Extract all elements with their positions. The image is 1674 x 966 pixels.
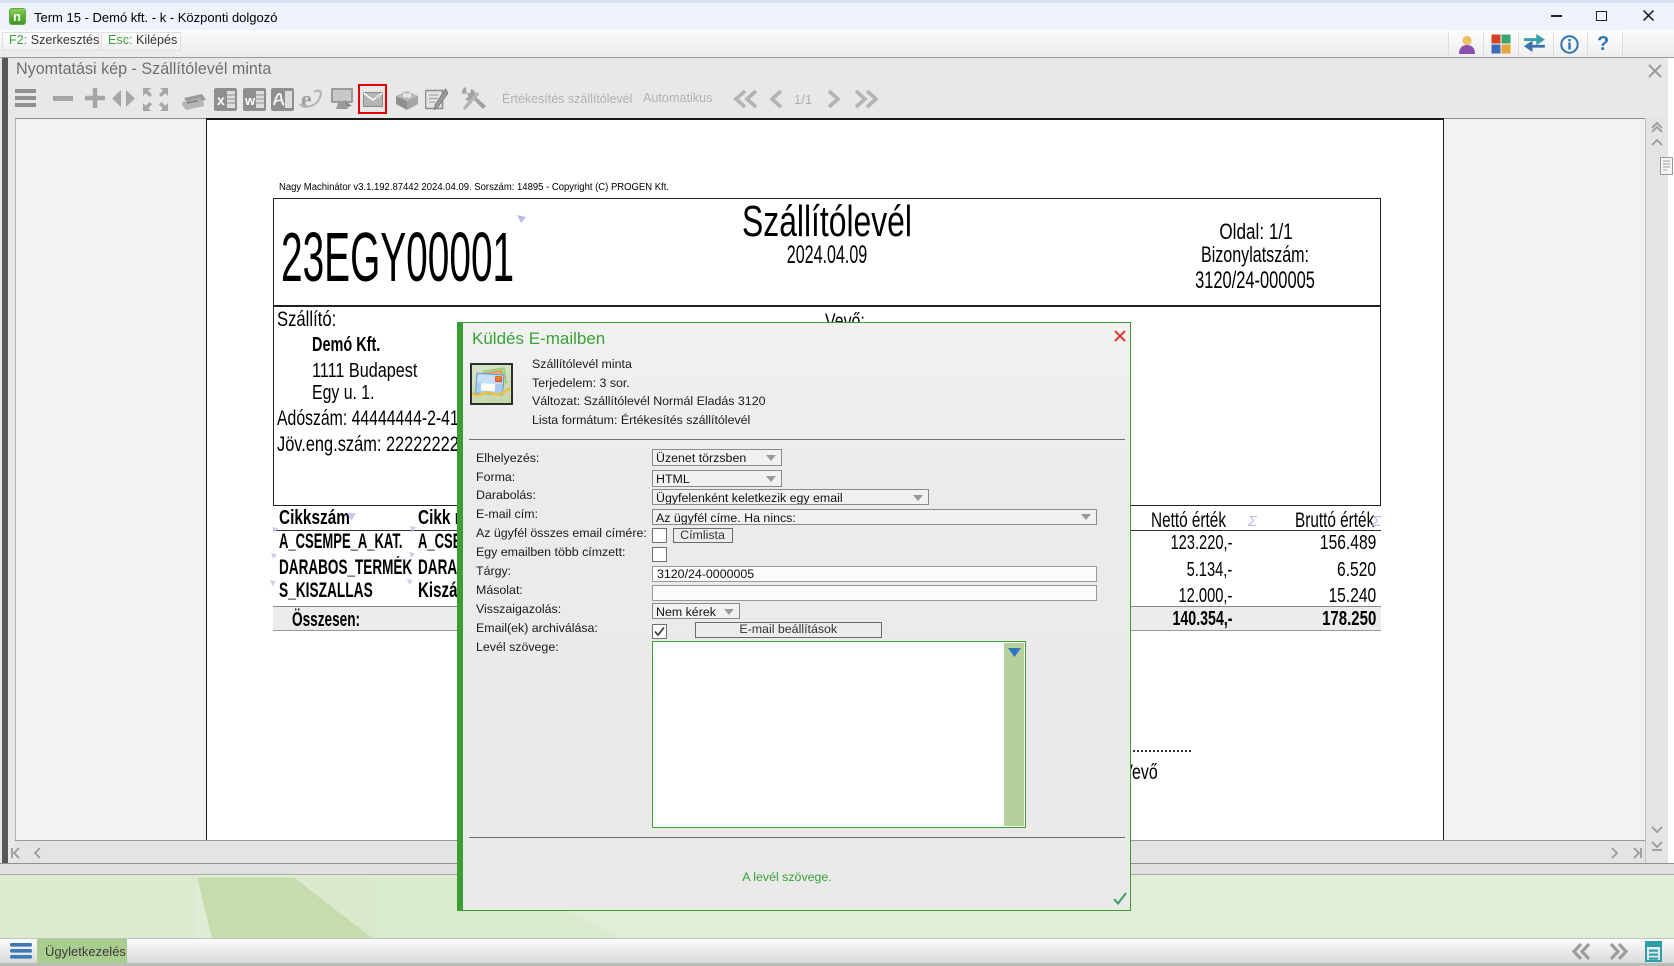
- svg-text:w: w: [244, 93, 256, 108]
- svg-text:x: x: [217, 92, 225, 108]
